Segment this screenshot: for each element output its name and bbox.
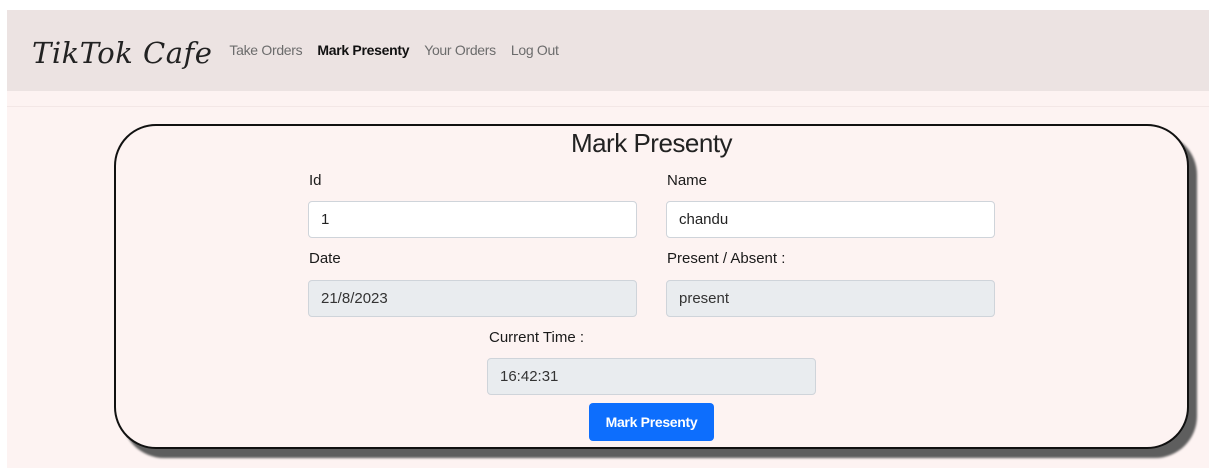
name-input[interactable] (666, 201, 995, 238)
time-label: Current Time : (489, 329, 585, 346)
status-field (666, 280, 995, 317)
name-label: Name (667, 172, 708, 189)
status-label: Present / Absent : (667, 250, 786, 267)
date-label: Date (309, 250, 341, 267)
id-label: Id (309, 172, 322, 189)
nav-link-take-orders[interactable]: Take Orders (229, 42, 302, 58)
divider (7, 106, 1209, 107)
nav-link-your-orders[interactable]: Your Orders (424, 42, 496, 58)
form-title: Mark Presenty (570, 128, 733, 158)
presenty-form-card (114, 124, 1189, 449)
time-field (487, 358, 816, 395)
nav-links: Take Orders Mark Presenty Your Orders Lo… (229, 42, 573, 58)
id-input[interactable] (308, 201, 637, 238)
mark-presenty-button[interactable]: Mark Presenty (589, 403, 714, 441)
nav-link-mark-presenty[interactable]: Mark Presenty (317, 42, 409, 58)
navbar: TikTok Cafe Take Orders Mark Presenty Yo… (7, 10, 1209, 91)
nav-link-log-out[interactable]: Log Out (511, 42, 559, 58)
page: TikTok Cafe Take Orders Mark Presenty Yo… (0, 0, 1209, 468)
brand-logo[interactable]: TikTok Cafe (32, 36, 212, 70)
date-field (308, 280, 637, 317)
